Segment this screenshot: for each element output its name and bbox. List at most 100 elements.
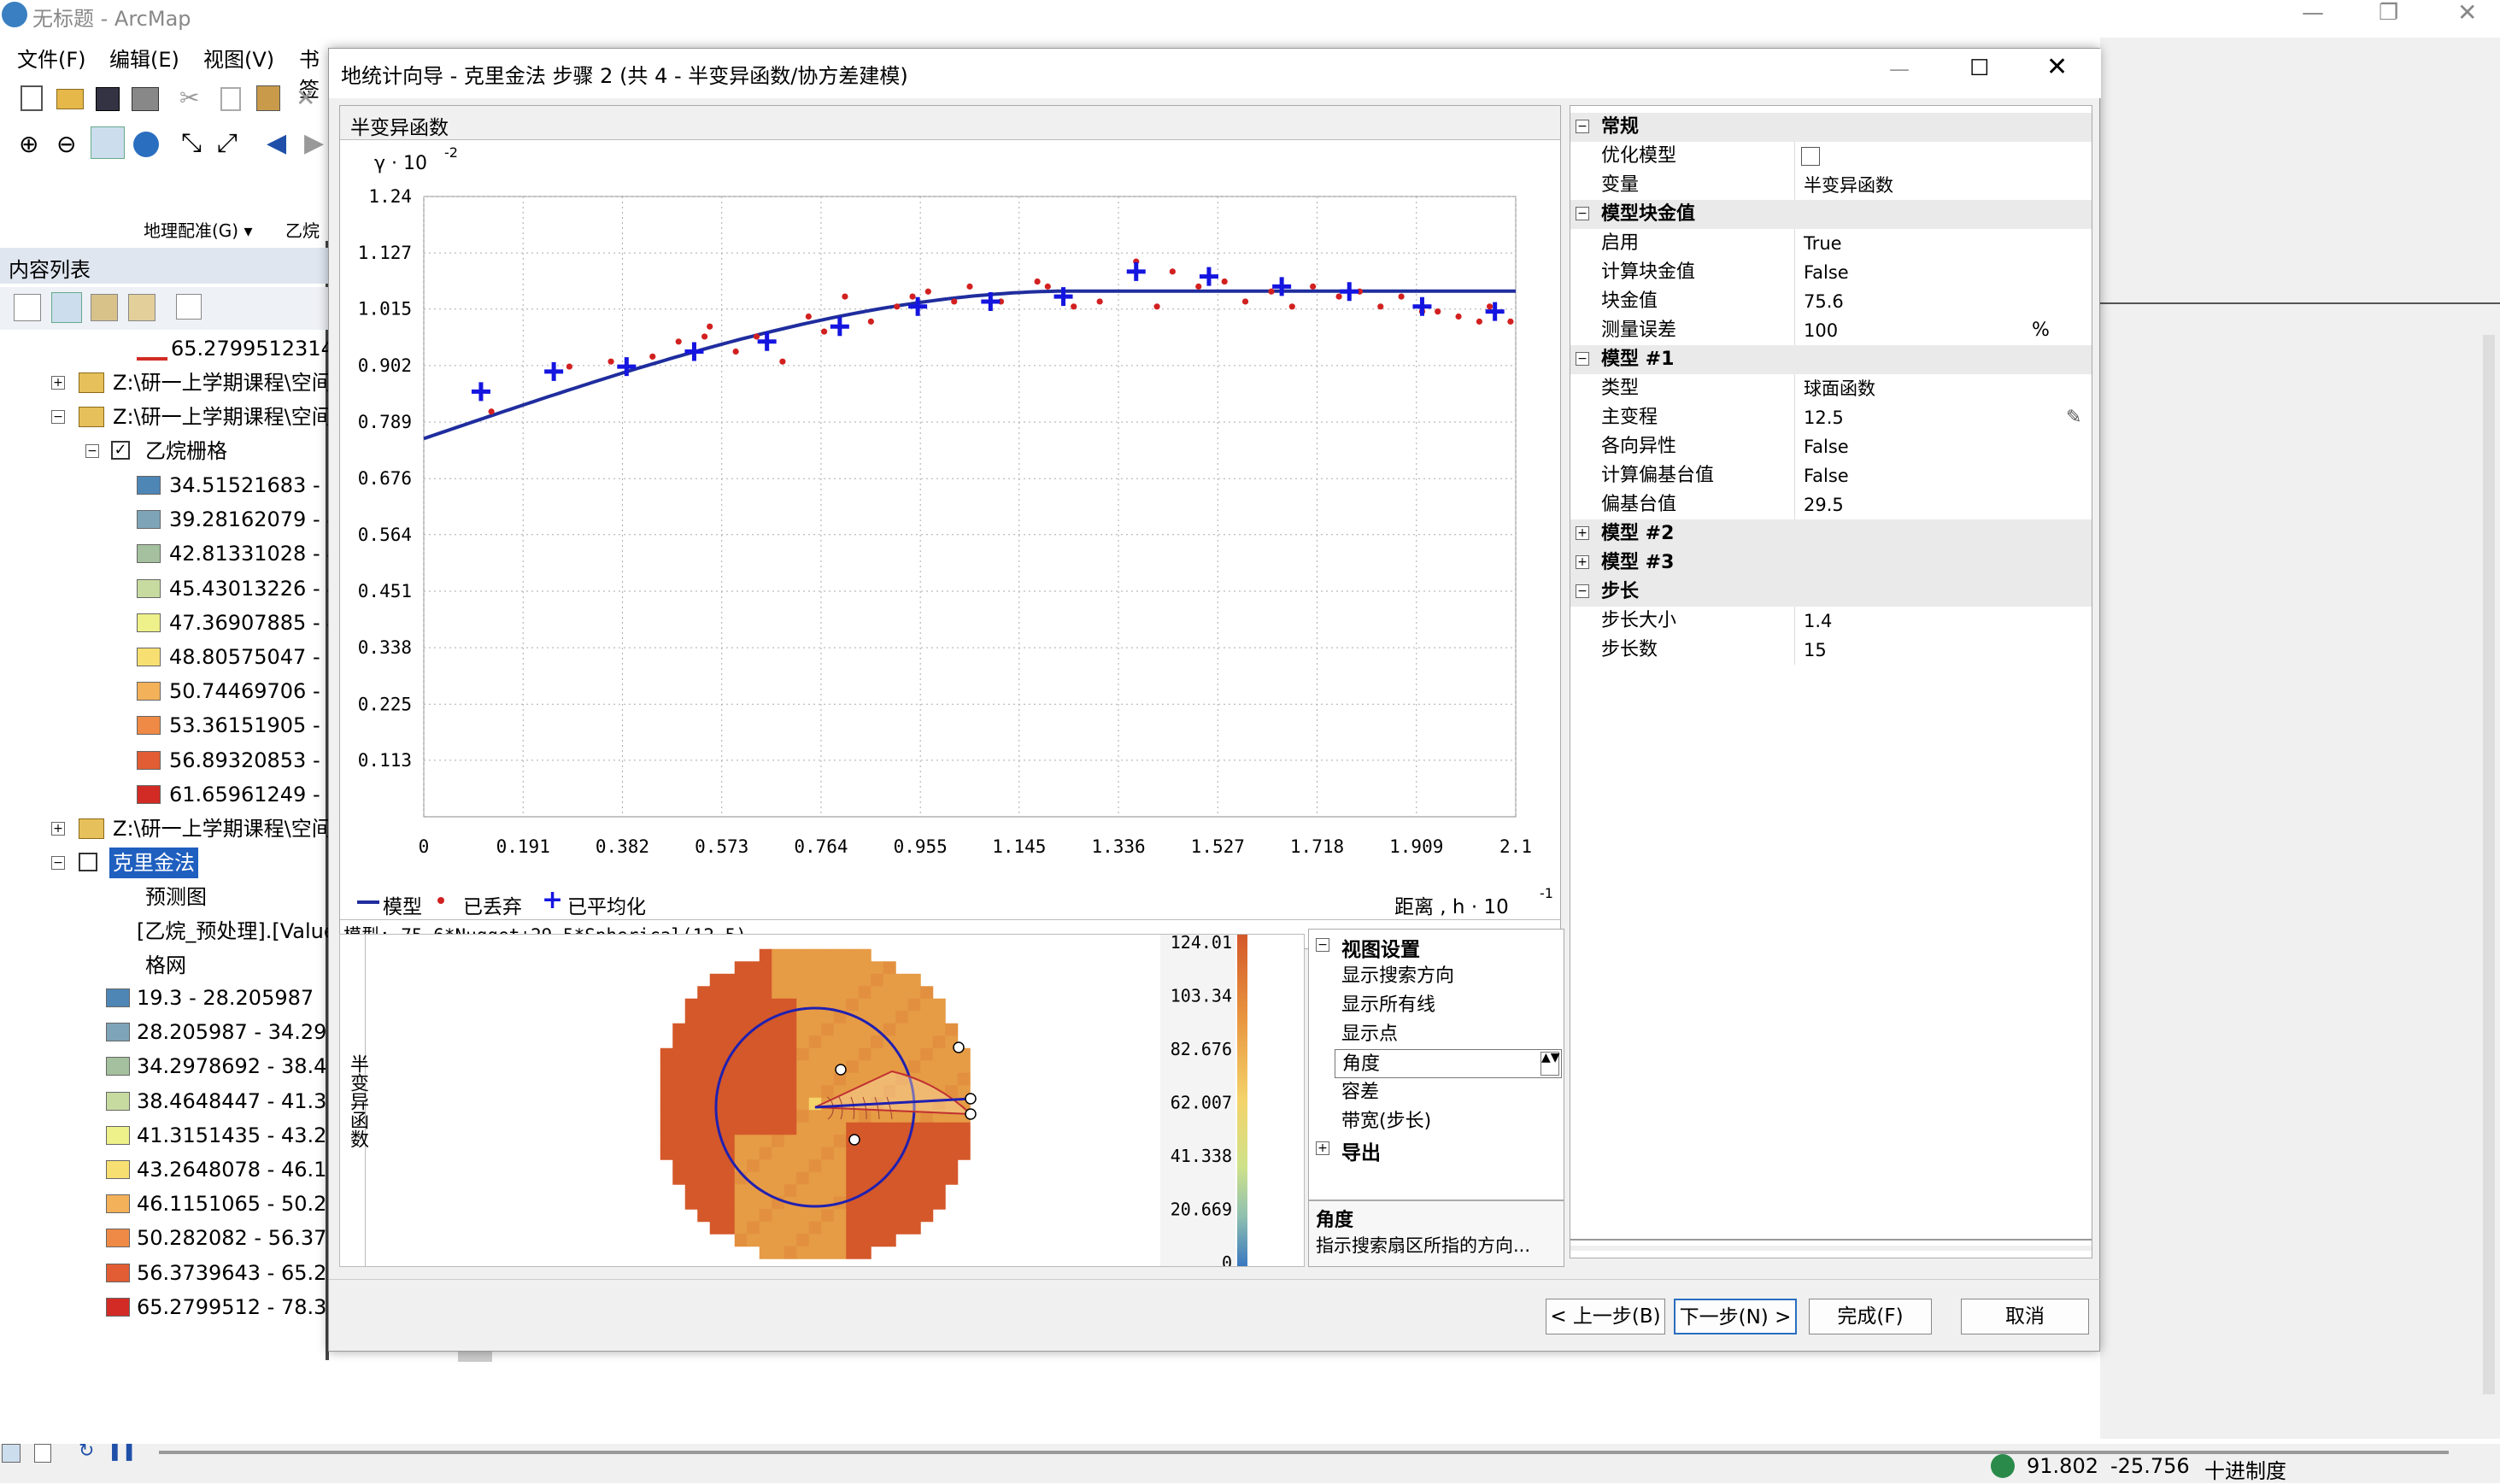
property-value[interactable]: 29.5 (1794, 490, 2090, 519)
dialog-minimize-icon[interactable]: — (1889, 57, 1910, 81)
print-icon[interactable] (132, 87, 159, 111)
raster-class-swatch[interactable] (137, 716, 161, 736)
raster-class-swatch[interactable] (137, 750, 161, 770)
minimize-icon[interactable]: — (2302, 0, 2324, 26)
expand-icon[interactable]: + (1316, 1141, 1329, 1155)
view-setting-row[interactable]: 带宽(步长) (1335, 1107, 1562, 1136)
property-row[interactable]: 测量误差 100% (1570, 316, 2092, 345)
dialog-close-icon[interactable]: ✕ (2046, 52, 2068, 82)
property-value[interactable]: False (1794, 461, 2090, 490)
zoom-out-icon[interactable]: ⊖ (56, 130, 76, 158)
expand-icon[interactable]: + (1576, 526, 1589, 540)
georef-layer-select[interactable]: 乙烷 (285, 217, 320, 239)
property-row[interactable]: 变量 半变异函数 (1570, 171, 2092, 200)
raster-class-swatch[interactable] (137, 784, 161, 804)
expand-icon[interactable]: + (51, 376, 65, 390)
property-value[interactable]: False (1794, 432, 2090, 461)
expand-icon[interactable]: + (1576, 555, 1589, 569)
grid-class-swatch[interactable] (106, 1194, 130, 1214)
sector-handle[interactable] (965, 1108, 977, 1120)
property-value[interactable]: 球面函数 (1794, 374, 2090, 403)
collapse-icon[interactable]: − (85, 444, 99, 458)
layer-visibility-checkbox[interactable]: ✓ (111, 441, 130, 460)
property-section[interactable]: − 常规 (1570, 113, 2092, 142)
property-value[interactable]: 半变异函数 (1794, 171, 2090, 200)
toc-folder-3[interactable]: Z:\研一上学期课程\空间 (113, 813, 328, 844)
grid-class-swatch[interactable] (106, 1263, 130, 1282)
semivariogram-chart[interactable]: 0 0.191 0.382 0.573 0.764 0.955 1.145 1.336 1.52… (340, 140, 1560, 883)
property-row[interactable]: 优化模型 (1570, 142, 2092, 171)
pan-icon[interactable] (91, 126, 125, 159)
layer-visibility-checkbox[interactable] (79, 853, 97, 871)
toc-options-icon[interactable] (176, 294, 202, 320)
property-row[interactable]: 类型 球面函数 (1570, 374, 2092, 403)
semivariogram-surface-map[interactable]: 124.01 103.34 82.676 62.007 41.338 20.669 0 (366, 935, 1306, 1266)
export-section[interactable]: 导出 (1341, 1136, 1381, 1165)
property-value[interactable]: 15 (1794, 636, 2090, 665)
next-button[interactable]: 下一步(N) > (1674, 1299, 1797, 1334)
map-scrollbar[interactable] (2483, 335, 2495, 1394)
list-by-visibility-icon[interactable] (91, 294, 118, 321)
property-section[interactable]: − 模型块金值 (1570, 200, 2092, 229)
zoom-in-icon[interactable]: ⊕ (19, 130, 38, 158)
copy-icon[interactable] (220, 87, 241, 111)
view-setting-row[interactable]: 容差 (1335, 1078, 1562, 1107)
sector-handle[interactable] (965, 1093, 977, 1105)
sector-handle[interactable] (835, 1064, 847, 1076)
menu-file[interactable]: 文件(F) (17, 43, 86, 73)
expand-icon[interactable]: + (51, 822, 65, 836)
sector-handle[interactable] (953, 1041, 965, 1053)
raster-class-swatch[interactable] (137, 613, 161, 632)
edit-range-icon[interactable]: ✎ (2066, 403, 2081, 432)
finish-button[interactable]: 完成(F) (1809, 1299, 1932, 1334)
property-row[interactable]: 启用 True (1570, 229, 2092, 258)
collapse-icon[interactable]: − (51, 856, 65, 870)
grid-class-swatch[interactable] (106, 1229, 130, 1248)
property-section[interactable]: + 模型 #3 (1570, 548, 2092, 578)
cut-icon[interactable]: ✂ (179, 84, 199, 112)
restore-icon[interactable]: ❐ (2379, 0, 2398, 26)
raster-class-swatch[interactable] (137, 476, 161, 495)
collapse-icon[interactable]: − (1576, 584, 1589, 598)
grid-class-swatch[interactable] (106, 988, 130, 1007)
full-extent-icon[interactable] (133, 132, 159, 157)
view-setting-row[interactable]: 显示所有线 (1335, 991, 1562, 1020)
save-icon[interactable] (96, 87, 120, 111)
grid-class-swatch[interactable] (106, 1091, 130, 1111)
data-view-icon[interactable] (2, 1444, 21, 1463)
collapse-icon[interactable]: − (1576, 352, 1589, 366)
raster-class-swatch[interactable] (137, 578, 161, 598)
pause-icon[interactable]: ❚❚ (108, 1440, 137, 1461)
collapse-icon[interactable]: − (51, 410, 65, 424)
dialog-maximize-icon[interactable]: ☐ (1969, 56, 1989, 81)
grid-class-swatch[interactable] (106, 1057, 130, 1076)
property-value[interactable]: False (1794, 258, 2090, 287)
grid-class-swatch[interactable] (106, 1160, 130, 1179)
grid-class-swatch[interactable] (106, 1297, 130, 1317)
collapse-icon[interactable]: − (1576, 120, 1589, 133)
refresh-icon[interactable]: ↻ (79, 1440, 94, 1462)
property-value[interactable]: 12.5 (1794, 403, 2090, 432)
view-setting-row[interactable]: 显示点 (1335, 1020, 1562, 1049)
property-row[interactable]: 主变程 12.5 ✎ (1570, 403, 2092, 432)
sector-handle[interactable] (848, 1134, 860, 1146)
toc-raster-layer[interactable]: 乙烷栅格 (145, 436, 227, 466)
menu-edit[interactable]: 编辑(E) (109, 43, 179, 73)
toc-kriging-layer[interactable]: 克里金法 (109, 848, 198, 878)
raster-class-swatch[interactable] (137, 544, 161, 564)
raster-class-swatch[interactable] (137, 510, 161, 530)
collapse-icon[interactable]: − (1576, 207, 1589, 220)
paste-icon[interactable] (256, 85, 280, 111)
grid-class-swatch[interactable] (106, 1023, 130, 1042)
georef-menu[interactable]: 地理配准(G) ▾ (144, 217, 253, 239)
optimize-model-icon[interactable] (1801, 147, 1820, 166)
fixed-zoom-in-icon[interactable]: ⤡ (181, 128, 202, 158)
delete-icon[interactable]: ✕ (296, 84, 315, 112)
property-row[interactable]: 计算块金值 False (1570, 258, 2092, 287)
property-value[interactable]: True (1794, 229, 2090, 258)
collapse-icon[interactable]: − (1316, 938, 1329, 952)
property-value[interactable]: 75.6 (1794, 287, 2090, 316)
horizontal-scrollbar[interactable] (159, 1451, 2449, 1454)
layout-view-icon[interactable] (34, 1444, 51, 1463)
open-folder-icon[interactable] (56, 89, 84, 109)
